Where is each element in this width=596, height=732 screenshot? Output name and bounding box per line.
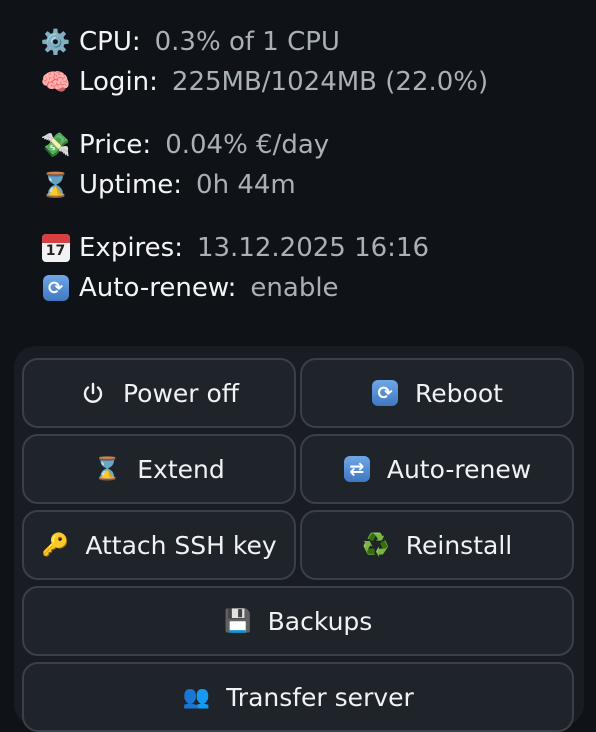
hourglass-icon: ⌛ [40,171,71,199]
uptime-label: Uptime: [79,170,183,200]
expires-value: 13.12.2025 16:16 [196,233,430,263]
floppy-disk-icon: 💾 [223,608,252,634]
cpu-value: 0.3% of 1 CPU [154,27,340,57]
attach-ssh-key-label: Attach SSH key [85,530,277,560]
login-row: 🧠 Login: 225MB/1024MB (22.0%) [40,62,489,102]
refresh-icon: ⟳ [371,379,399,407]
login-value: 225MB/1024MB (22.0%) [171,67,489,97]
reinstall-label: Reinstall [405,530,513,560]
money-wings-icon: 💸 [40,131,71,159]
recycle-icon: ♻️ [362,532,390,558]
power-off-label: Power off [122,378,240,408]
autorenew-value: enable [250,273,339,303]
transfer-server-button[interactable]: 👥 Transfer server [22,662,574,732]
hourglass-icon: ⌛ [93,456,121,482]
gear-icon: ⚙️ [40,28,71,56]
extend-button[interactable]: ⌛ Extend [22,434,296,504]
power-off-button[interactable]: Power off [22,358,296,428]
transfer-server-label: Transfer server [226,682,414,712]
auto-renew-label: Auto-renew [386,454,532,484]
repeat-icon: ⇄ [343,455,371,483]
extend-label: Extend [137,454,225,484]
expires-row: 17 Expires: 13.12.2025 16:16 [40,228,429,268]
backups-label: Backups [267,606,373,636]
cpu-label: CPU: [79,27,141,57]
expires-label: Expires: [79,233,183,263]
auto-renew-button[interactable]: ⇄ Auto-renew [300,434,574,504]
backups-button[interactable]: 💾 Backups [22,586,574,656]
calendar-icon: 17 [40,233,71,264]
power-icon [79,379,107,407]
users-icon: 👥 [182,684,210,710]
uptime-row: ⌛ Uptime: 0h 44m [40,165,296,205]
reboot-button[interactable]: ⟳ Reboot [300,358,574,428]
price-label: Price: [79,130,152,160]
price-row: 💸 Price: 0.04% €/day [40,125,330,165]
reinstall-button[interactable]: ♻️ Reinstall [300,510,574,580]
price-value: 0.04% €/day [165,130,330,160]
reboot-label: Reboot [415,378,503,408]
autorenew-label: Auto-renew: [79,273,237,303]
attach-ssh-key-button[interactable]: 🔑 Attach SSH key [22,510,296,580]
refresh-icon: ⟳ [40,273,71,304]
login-label: Login: [79,67,158,97]
cpu-row: ⚙️ CPU: 0.3% of 1 CPU [40,22,340,62]
autorenew-row: ⟳ Auto-renew: enable [40,268,339,308]
calendar-day: 17 [45,243,66,259]
uptime-value: 0h 44m [196,170,296,200]
brain-icon: 🧠 [40,68,71,96]
key-icon: 🔑 [41,532,70,558]
